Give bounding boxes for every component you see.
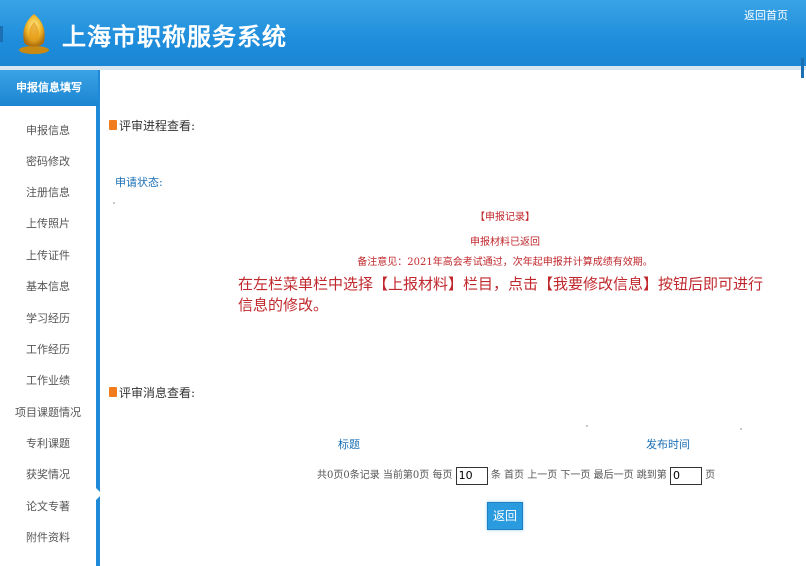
sidebar-item-patents[interactable]: 专利课题	[0, 435, 96, 451]
review-messages-title: 评审消息查看:	[119, 386, 196, 400]
app-title: 上海市职称服务系统	[62, 23, 287, 51]
goto-label: 跳到第	[636, 470, 667, 481]
pagination-bar: 共0页0条记录 当前第0页 每页 条 首页 上一页 下一页 最后一页 跳到第 页	[317, 466, 715, 485]
header-divider	[0, 66, 806, 70]
goto-page-input[interactable]	[669, 466, 702, 485]
sidebar-item-upload-certificate[interactable]: 上传证件	[0, 247, 96, 263]
next-page-link[interactable]: 下一页	[560, 470, 590, 481]
sidebar-item-work-achievements[interactable]: 工作业绩	[0, 372, 96, 388]
divider-dot	[586, 425, 588, 427]
sidebar-item-registration-info[interactable]: 注册信息	[0, 184, 96, 200]
instruction-text: 在左栏菜单栏中选择【上报材料】栏目，点击【我要修改信息】按钮后即可进行信息的修改…	[238, 275, 764, 314]
sidebar-item-projects[interactable]: 项目课题情况	[0, 404, 96, 420]
status-bracket: 【申报记录】	[475, 212, 535, 223]
remark-text: 备注意见：2021年高会考试通过，次年起申报并计算成绩有效期。	[357, 257, 653, 268]
bullet-icon	[109, 387, 117, 397]
first-page-link[interactable]: 首页	[504, 470, 524, 481]
status-label: 申请状态:	[115, 176, 163, 189]
sidebar-item-upload-photo[interactable]: 上传照片	[0, 215, 96, 231]
sidebar-item-work-history[interactable]: 工作经历	[0, 341, 96, 357]
home-link[interactable]: 返回首页	[744, 7, 788, 23]
sidebar-item-declaration-info[interactable]: 申报信息	[0, 122, 96, 138]
pager-per-unit: 条	[490, 470, 501, 481]
sidebar-item-basic-info[interactable]: 基本信息	[0, 278, 96, 294]
divider-dot	[113, 202, 115, 204]
back-button[interactable]: 返回	[487, 502, 523, 530]
sidebar-item-attachments[interactable]: 附件资料	[0, 529, 96, 545]
bullet-icon	[109, 120, 117, 130]
last-page-link[interactable]: 最后一页	[594, 470, 634, 481]
left-edge-mark	[0, 26, 3, 42]
app-header: 上海市职称服务系统 返回首页	[0, 0, 806, 68]
sidebar-heading[interactable]: 申报信息填写	[0, 70, 98, 106]
sidebar-active-pointer	[94, 486, 102, 502]
page-size-input[interactable]	[455, 466, 488, 485]
divider-dot	[740, 428, 742, 430]
status-text: 申报材料已返回	[470, 237, 540, 248]
sidebar-item-papers[interactable]: 论文专著	[0, 498, 96, 514]
goto-unit: 页	[705, 470, 716, 481]
sidebar-item-education[interactable]: 学习经历	[0, 310, 96, 326]
column-header-title: 标题	[338, 438, 360, 451]
gold-emblem-icon	[19, 14, 49, 54]
right-edge-mark	[801, 58, 804, 78]
pager-summary: 共0页0条记录 当前第0页 每页	[317, 470, 453, 481]
sidebar-item-password-change[interactable]: 密码修改	[0, 153, 96, 169]
review-progress-title: 评审进程查看:	[119, 119, 196, 133]
sidebar-item-awards[interactable]: 获奖情况	[0, 466, 96, 482]
prev-page-link[interactable]: 上一页	[527, 470, 557, 481]
column-header-publish-time: 发布时间	[646, 438, 690, 451]
